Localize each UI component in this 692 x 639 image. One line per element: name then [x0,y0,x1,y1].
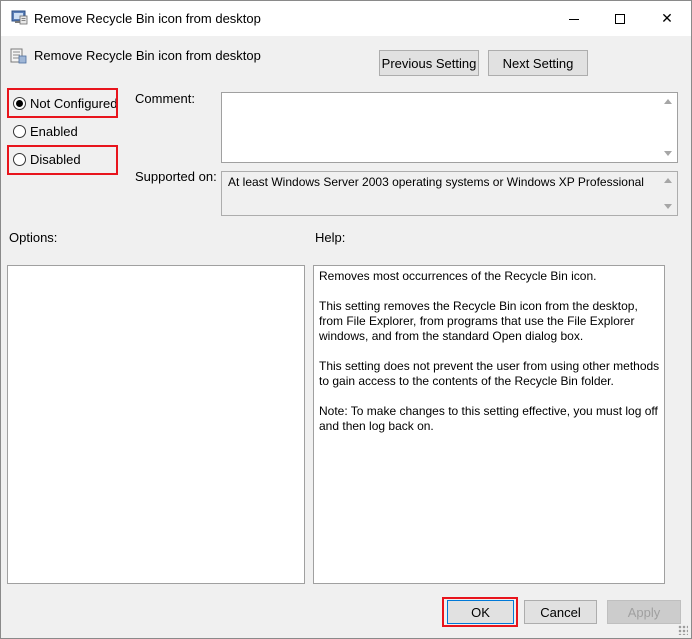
help-text: Removes most occurrences of the Recycle … [319,269,660,449]
help-paragraph: This setting removes the Recycle Bin ico… [319,299,638,343]
policy-title: Remove Recycle Bin icon from desktop [34,48,261,63]
policy-settings-icon [11,10,28,25]
comment-scrollbar[interactable] [660,93,677,162]
highlight-ok [442,597,518,627]
radio-enabled[interactable]: Enabled [13,124,78,139]
minimize-button[interactable] [551,1,597,36]
help-paragraph: Note: To make changes to this setting ef… [319,404,658,433]
radio-unselected-icon [13,125,26,138]
scroll-up-icon[interactable] [664,178,672,183]
comment-label: Comment: [135,91,195,106]
title-bar[interactable]: Remove Recycle Bin icon from desktop ✕ [1,1,691,36]
supported-on-field: At least Windows Server 2003 operating s… [221,171,678,216]
highlight-disabled [7,145,118,175]
highlight-not-configured [7,88,118,118]
maximize-button[interactable] [597,1,643,36]
comment-field[interactable] [221,92,678,163]
scroll-down-icon[interactable] [664,151,672,156]
previous-setting-button[interactable]: Previous Setting [379,50,479,76]
close-button[interactable]: ✕ [644,1,690,36]
resize-grip-icon[interactable] [678,625,688,635]
help-label: Help: [315,230,346,245]
help-panel[interactable]: Removes most occurrences of the Recycle … [313,265,665,584]
options-label: Options: [9,230,58,245]
supported-on-value: At least Windows Server 2003 operating s… [228,175,644,189]
help-paragraph: This setting does not prevent the user f… [319,359,660,388]
maximize-icon [615,13,625,24]
cancel-button[interactable]: Cancel [524,600,597,624]
radio-label: Enabled [30,124,78,139]
policy-settings-icon [10,48,27,64]
help-paragraph: Removes most occurrences of the Recycle … [319,269,597,283]
close-icon: ✕ [661,10,673,26]
scroll-down-icon[interactable] [664,204,672,209]
next-setting-button[interactable]: Next Setting [488,50,588,76]
options-panel [7,265,305,584]
scroll-up-icon[interactable] [664,99,672,104]
minimize-icon [569,19,579,20]
apply-button[interactable]: Apply [607,600,681,624]
window-title: Remove Recycle Bin icon from desktop [34,11,261,26]
supported-on-label: Supported on: [135,169,217,184]
supported-scrollbar[interactable] [660,172,677,215]
policy-setting-dialog: Remove Recycle Bin icon from desktop ✕ R… [0,0,692,639]
